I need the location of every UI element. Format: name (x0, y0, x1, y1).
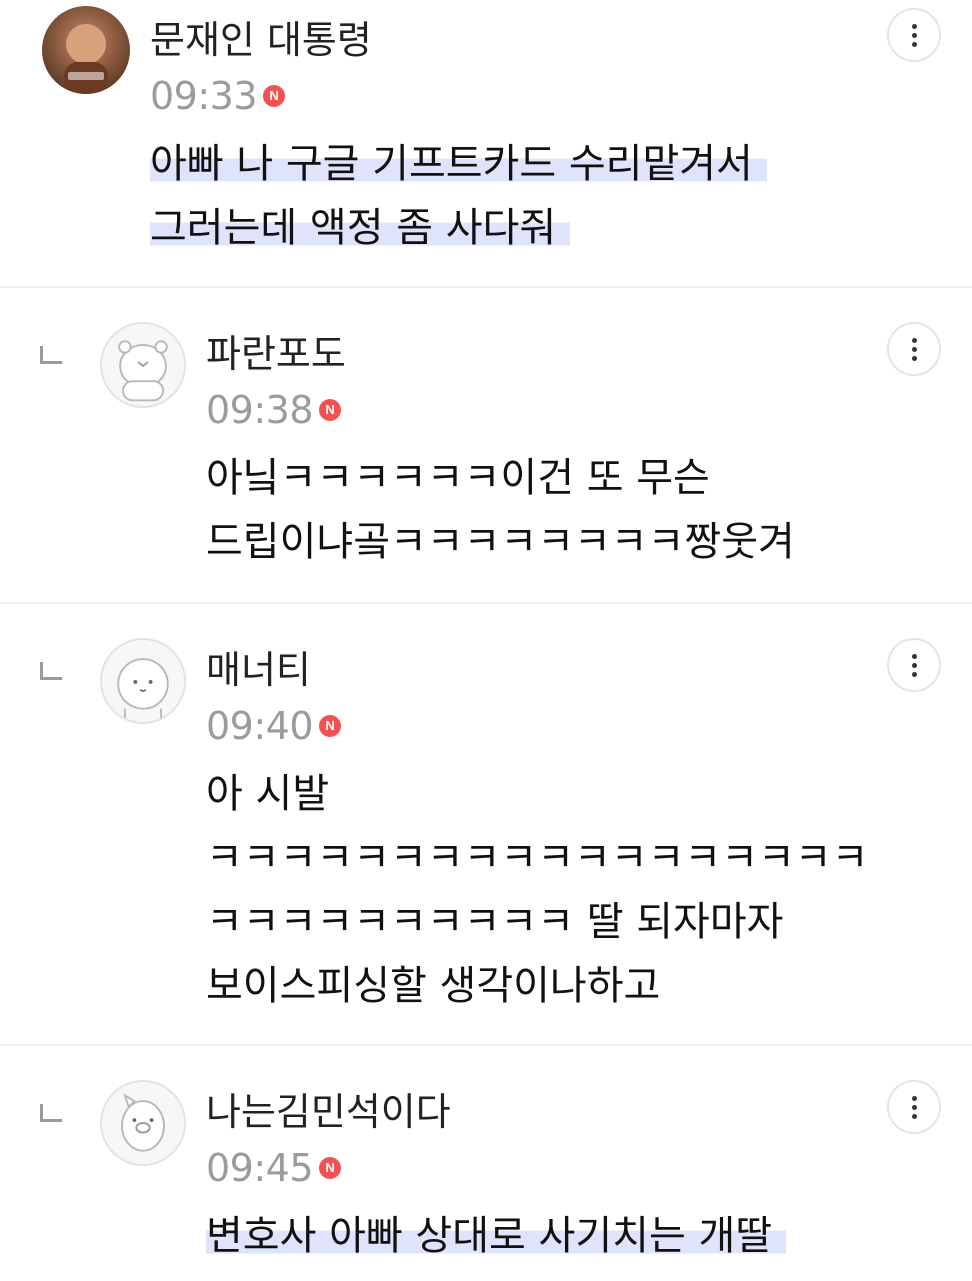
comment-line: 아 시발 (206, 771, 330, 817)
comment-line: 변호사 아빠 상대로 사기치는 개딸 (206, 1213, 787, 1259)
comment-line: 아빠 나 구글 기프트카드 수리맡겨서 (150, 141, 767, 187)
comment-item: 나는김민석이다 09:45 N 변호사 아빠 상대로 사기치는 개딸 (0, 1046, 972, 1281)
comment-item: 문재인 대통령 09:33 N 아빠 나 구글 기프트카드 수리맡겨서 그러는데… (0, 0, 972, 288)
nickname[interactable]: 문재인 대통령 (150, 18, 372, 62)
timestamp-row: 09:45 N (206, 1146, 342, 1190)
comment-line: 드립이냐곸ㅋㅋㅋㅋㅋㅋㅋㅋ짱웃겨 (206, 519, 795, 565)
avatar-photo-icon (64, 24, 108, 94)
more-vertical-icon (911, 23, 917, 29)
comment-text: 아 시발 ㅋㅋㅋㅋㅋㅋㅋㅋㅋㅋㅋㅋㅋㅋㅋㅋㅋㅋ ㅋㅋㅋㅋㅋㅋㅋㅋㅋㅋ 딸 되자마… (206, 762, 868, 1018)
timestamp-row: 09:33 N (150, 74, 286, 118)
comment-line: 아닠ㅋㅋㅋㅋㅋㅋ이건 또 무슨 (206, 455, 710, 501)
avatar[interactable] (100, 322, 186, 408)
default-avatar-blob-icon (117, 658, 169, 719)
avatar[interactable] (100, 638, 186, 724)
reply-arrow-icon (40, 662, 62, 680)
more-vertical-icon (911, 337, 917, 343)
avatar[interactable] (100, 1080, 186, 1166)
more-vertical-icon (911, 653, 917, 659)
timestamp: 09:45 (206, 1146, 314, 1190)
nickname[interactable]: 매너티 (206, 648, 311, 692)
reply-arrow-icon (40, 346, 62, 364)
timestamp: 09:40 (206, 704, 314, 748)
nickname[interactable]: 파란포도 (206, 332, 346, 376)
comment-text: 변호사 아빠 상대로 사기치는 개딸 (206, 1204, 787, 1268)
comment-line: ㅋㅋㅋㅋㅋㅋㅋㅋㅋㅋ 딸 되자마자 (206, 899, 784, 945)
more-options-button[interactable] (887, 322, 941, 376)
comment-line: 보이스피싱할 생각이나하고 (206, 963, 661, 1009)
comment-line: ㅋㅋㅋㅋㅋㅋㅋㅋㅋㅋㅋㅋㅋㅋㅋㅋㅋㅋ (206, 835, 869, 881)
more-options-button[interactable] (887, 1080, 941, 1134)
comment-item: 매너티 09:40 N 아 시발 ㅋㅋㅋㅋㅋㅋㅋㅋㅋㅋㅋㅋㅋㅋㅋㅋㅋㅋ ㅋㅋㅋㅋ… (0, 604, 972, 1044)
nickname[interactable]: 나는김민석이다 (206, 1090, 451, 1134)
new-badge-icon: N (319, 399, 342, 421)
timestamp-row: 09:38 N (206, 388, 342, 432)
new-badge-icon: N (263, 85, 286, 107)
new-badge-icon: N (319, 1157, 342, 1179)
more-vertical-icon (911, 1095, 917, 1101)
default-avatar-pig-icon (121, 1093, 165, 1152)
comment-item: 파란포도 09:38 N 아닠ㅋㅋㅋㅋㅋㅋ이건 또 무슨 드립이냐곸ㅋㅋㅋㅋㅋㅋ… (0, 288, 972, 604)
comment-text: 아닠ㅋㅋㅋㅋㅋㅋ이건 또 무슨 드립이냐곸ㅋㅋㅋㅋㅋㅋㅋㅋ짱웃겨 (206, 446, 795, 574)
default-avatar-hippo-icon (118, 340, 168, 402)
more-options-button[interactable] (887, 8, 941, 62)
timestamp: 09:33 (150, 74, 258, 118)
new-badge-icon: N (319, 715, 342, 737)
timestamp-row: 09:40 N (206, 704, 342, 748)
comment-text: 아빠 나 구글 기프트카드 수리맡겨서 그러는데 액정 좀 사다줘 (150, 132, 767, 260)
timestamp: 09:38 (206, 388, 314, 432)
avatar[interactable] (42, 6, 130, 94)
comment-line: 그러는데 액정 좀 사다줘 (150, 205, 571, 251)
reply-arrow-icon (40, 1104, 62, 1122)
more-options-button[interactable] (887, 638, 941, 692)
